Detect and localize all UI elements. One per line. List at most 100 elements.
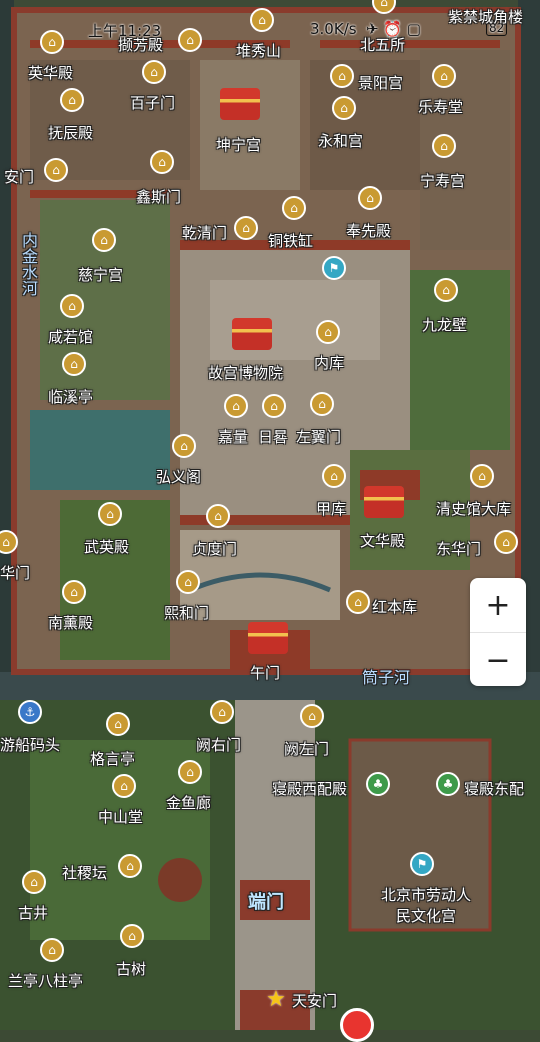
- place-icon: ⌂: [346, 590, 370, 614]
- zoom-control: + −: [470, 578, 526, 686]
- place-icon: ⌂: [60, 294, 84, 318]
- poi-label[interactable]: 铜铁缸: [268, 230, 313, 251]
- place-icon: ⌂: [22, 870, 46, 894]
- poi-label[interactable]: 端门: [248, 888, 284, 914]
- poi-label[interactable]: 格言亭: [90, 748, 135, 769]
- place-icon: ⌂: [494, 530, 518, 554]
- poi-label[interactable]: 贞度门: [192, 538, 237, 559]
- palace-icon: [364, 486, 404, 518]
- poi-label[interactable]: 百子门: [130, 92, 175, 113]
- poi-label[interactable]: 寝殿西配殿: [272, 778, 347, 799]
- place-icon: ⌂: [98, 502, 122, 526]
- poi-label[interactable]: 弘义阁: [156, 466, 201, 487]
- poi-label[interactable]: 古井: [18, 902, 48, 923]
- location-pin-icon[interactable]: [340, 1008, 374, 1042]
- poi-label[interactable]: 九龙壁: [422, 314, 467, 335]
- place-icon: ♣: [436, 772, 460, 796]
- poi-label[interactable]: 南薰殿: [48, 612, 93, 633]
- poi-label[interactable]: 熙和门: [164, 602, 209, 623]
- place-icon: ⌂: [262, 394, 286, 418]
- poi-label[interactable]: 武英殿: [84, 536, 129, 557]
- place-icon: ⚑: [322, 256, 346, 280]
- zoom-in-button[interactable]: +: [470, 578, 526, 632]
- place-icon: ♣: [366, 772, 390, 796]
- poi-label[interactable]: 嘉量: [218, 426, 248, 447]
- poi-label[interactable]: 安门: [4, 166, 34, 187]
- poi-label[interactable]: 兰亭八柱亭: [8, 970, 83, 991]
- poi-label[interactable]: 英华殿: [28, 62, 73, 83]
- place-icon: ⌂: [322, 464, 346, 488]
- poi-label[interactable]: 故宫博物院: [208, 362, 283, 383]
- place-icon: ⌂: [332, 96, 356, 120]
- place-icon: ⌂: [150, 150, 174, 174]
- poi-label[interactable]: 日晷: [258, 426, 288, 447]
- place-icon: ⌂: [60, 88, 84, 112]
- poi-label[interactable]: 筒子河: [362, 664, 410, 688]
- place-icon: ⌂: [224, 394, 248, 418]
- place-icon: ⌂: [206, 504, 230, 528]
- place-icon: ⌂: [118, 854, 142, 878]
- poi-label[interactable]: 阙右门: [196, 734, 241, 755]
- place-icon: ⌂: [106, 712, 130, 736]
- place-icon: ⌂: [310, 392, 334, 416]
- poi-label[interactable]: 北京市劳动人民文化宫: [376, 884, 476, 926]
- place-icon: ⌂: [234, 216, 258, 240]
- poi-label[interactable]: 左翼门: [296, 426, 341, 447]
- poi-label[interactable]: 文华殿: [360, 530, 405, 551]
- status-icons: ✈ ⏰ ▢: [366, 20, 421, 38]
- poi-label[interactable]: 坤宁宫: [216, 134, 261, 155]
- place-icon: ⌂: [62, 580, 86, 604]
- poi-label[interactable]: 乾清门: [182, 222, 227, 243]
- poi-label[interactable]: 金鱼廊: [166, 792, 211, 813]
- poi-label[interactable]: 景阳宫: [358, 72, 403, 93]
- place-icon: ⌂: [40, 938, 64, 962]
- star-icon: ★: [266, 987, 286, 1012]
- poi-label[interactable]: 游船码头: [0, 734, 60, 755]
- place-icon: ⌂: [112, 774, 136, 798]
- place-icon: ⌂: [172, 434, 196, 458]
- poi-label[interactable]: 内金水河: [16, 232, 40, 296]
- place-icon: ⌂: [470, 464, 494, 488]
- poi-label[interactable]: 社稷坛: [62, 862, 107, 883]
- poi-label[interactable]: 古树: [116, 958, 146, 979]
- poi-label[interactable]: 内库: [314, 352, 344, 373]
- poi-label[interactable]: 咸若馆: [48, 326, 93, 347]
- poi-label[interactable]: 临溪亭: [48, 386, 93, 407]
- place-icon: ⚑: [410, 852, 434, 876]
- place-icon: ⌂: [178, 760, 202, 784]
- place-icon: ⌂: [316, 320, 340, 344]
- palace-icon: [248, 622, 288, 654]
- place-icon: ⌂: [434, 278, 458, 302]
- place-icon: ⌂: [62, 352, 86, 376]
- status-speed: 3.0K/s: [310, 20, 357, 38]
- poi-label[interactable]: 清史馆大库: [436, 498, 511, 519]
- poi-label[interactable]: 中山堂: [98, 806, 143, 827]
- place-icon: ⌂: [120, 924, 144, 948]
- place-icon: ⌂: [92, 228, 116, 252]
- poi-label[interactable]: 红本库: [372, 596, 417, 617]
- place-icon: ⌂: [282, 196, 306, 220]
- place-icon: ⌂: [176, 570, 200, 594]
- poi-label[interactable]: 华门: [0, 562, 30, 583]
- status-time: 上午11:23: [88, 22, 162, 40]
- poi-label[interactable]: 午门: [250, 662, 280, 683]
- place-icon: ⌂: [432, 134, 456, 158]
- poi-label[interactable]: 东华门: [436, 538, 481, 559]
- place-icon: ⌂: [330, 64, 354, 88]
- poi-label[interactable]: 阙左门: [284, 738, 329, 759]
- palace-icon: [232, 318, 272, 350]
- zoom-out-button[interactable]: −: [470, 632, 526, 687]
- poi-label[interactable]: 慈宁宫: [78, 264, 123, 285]
- place-icon: ⌂: [300, 704, 324, 728]
- top-right-label: 紫禁城角楼: [448, 8, 524, 26]
- poi-label[interactable]: 甲库: [316, 498, 346, 519]
- poi-label[interactable]: 乐寿堂: [418, 96, 463, 117]
- poi-label[interactable]: 永和宫: [318, 130, 363, 151]
- poi-label[interactable]: 抚辰殿: [48, 122, 93, 143]
- poi-label[interactable]: 奉先殿: [346, 220, 391, 241]
- place-icon: ⌂: [358, 186, 382, 210]
- poi-label[interactable]: 宁寿宫: [420, 170, 465, 191]
- poi-label[interactable]: 天安门: [292, 990, 337, 1011]
- poi-label[interactable]: 寝殿东配: [464, 778, 524, 799]
- poi-label[interactable]: 鑫斯门: [136, 186, 181, 207]
